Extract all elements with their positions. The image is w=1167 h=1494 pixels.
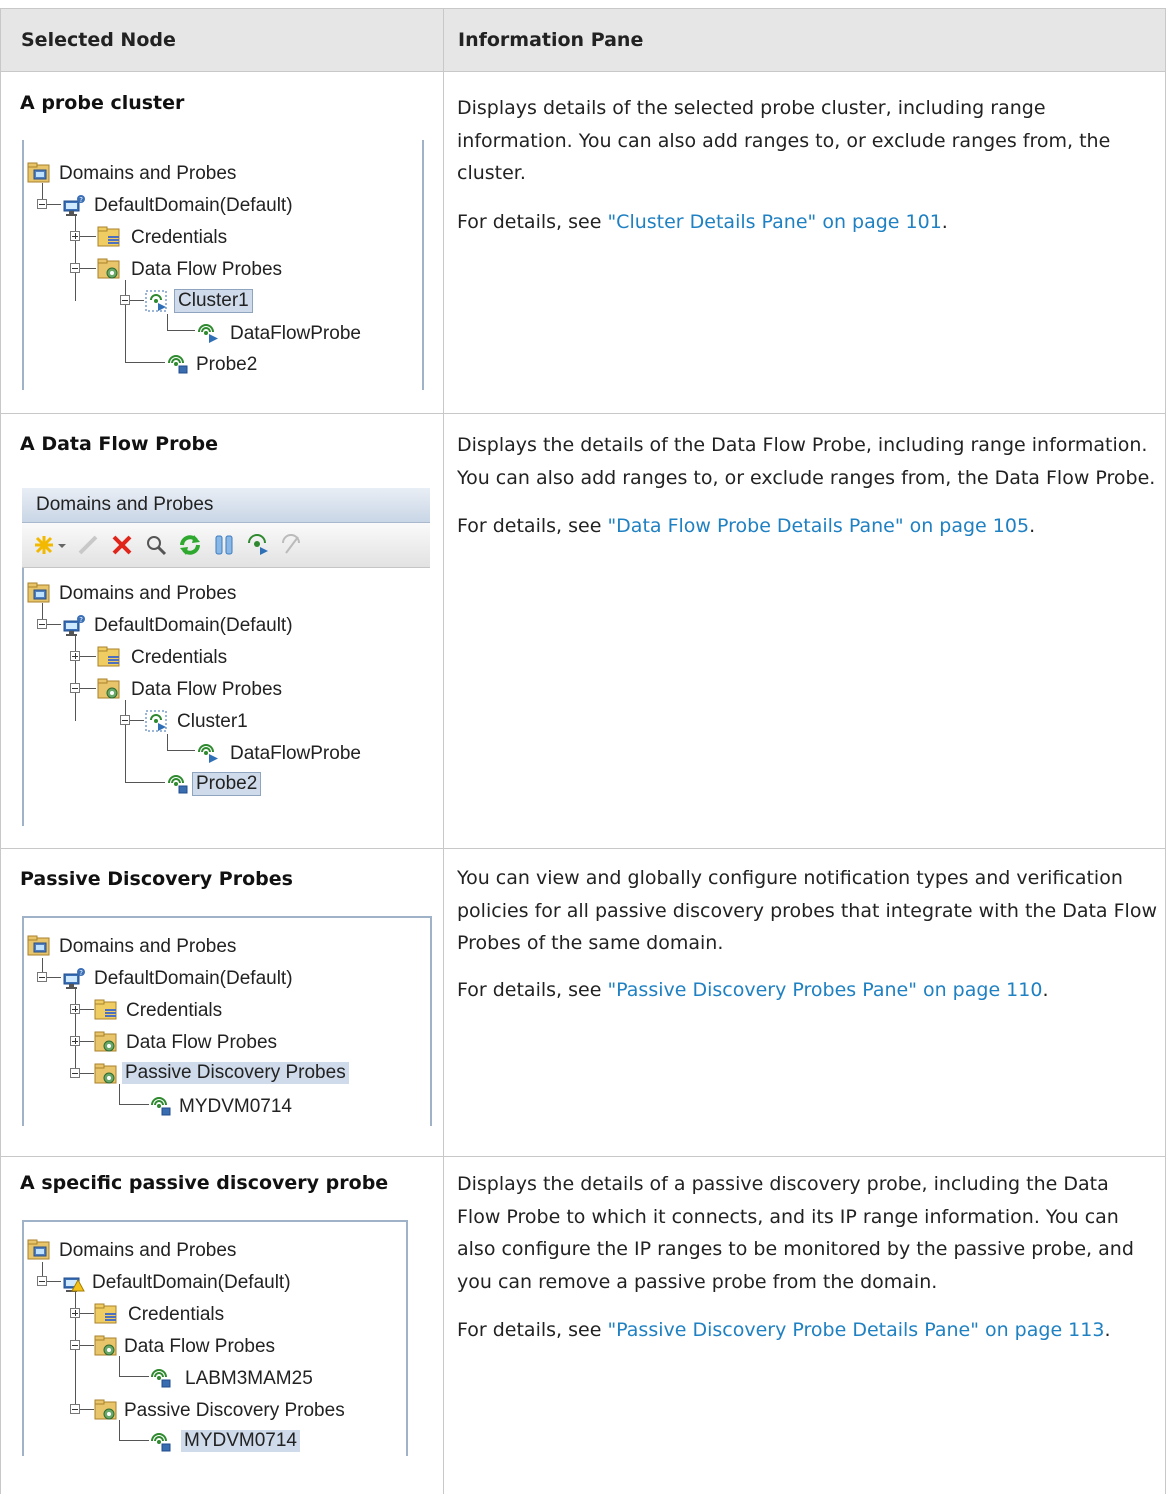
- tree-node-label[interactable]: Domains and Probes: [59, 163, 236, 185]
- tree-node-label[interactable]: Data Flow Probes: [131, 259, 282, 281]
- tree-node-label[interactable]: DataFlowProbe: [230, 323, 361, 345]
- details-link[interactable]: "Passive Discovery Probes Pane" on page …: [607, 979, 1042, 1001]
- edit-icon[interactable]: [76, 533, 100, 557]
- credentials-folder-icon: [97, 226, 121, 248]
- probes-folder-icon: [94, 1063, 118, 1085]
- probes-folder-icon: [94, 1031, 118, 1053]
- tree-node-label-selected[interactable]: Passive Discovery Probes: [122, 1062, 349, 1084]
- domains-folder-icon: [27, 162, 51, 184]
- domains-folder-icon: [27, 582, 51, 604]
- tree-node-label-selected[interactable]: Cluster1: [174, 289, 253, 313]
- toolbar: [22, 523, 430, 568]
- tree-node-label[interactable]: Probe2: [196, 354, 257, 376]
- tree-node-label[interactable]: DefaultDomain(Default): [92, 1272, 291, 1294]
- tree-screenshot: Domains and Probes DefaultDomain(Default…: [22, 140, 424, 390]
- tree-node-label[interactable]: Data Flow Probes: [131, 679, 282, 701]
- probe-icon: [149, 1431, 173, 1453]
- row-title: Passive Discovery Probes: [20, 868, 293, 890]
- credentials-folder-icon: [94, 1303, 118, 1325]
- header-selected-node: Selected Node: [21, 29, 176, 51]
- table-header: Selected Node Information Pane: [0, 8, 1166, 72]
- new-icon[interactable]: [32, 533, 56, 557]
- header-information-pane: Information Pane: [458, 29, 644, 51]
- tree-node-label[interactable]: Cluster1: [177, 711, 248, 733]
- tree-node-label[interactable]: Passive Discovery Probes: [124, 1400, 345, 1422]
- refresh-icon[interactable]: [178, 533, 202, 557]
- tree-node-label[interactable]: Credentials: [128, 1304, 224, 1326]
- details-link[interactable]: "Cluster Details Pane" on page 101: [607, 211, 941, 233]
- probe-icon: [166, 773, 190, 795]
- pause-icon[interactable]: [212, 533, 236, 557]
- tree-node-label[interactable]: Domains and Probes: [59, 936, 236, 958]
- delete-icon[interactable]: [110, 533, 134, 557]
- domain-computer-icon: [62, 967, 86, 989]
- credentials-folder-icon: [97, 646, 121, 668]
- domain-warning-icon: [62, 1271, 86, 1293]
- cluster-icon: [145, 710, 169, 732]
- probes-folder-icon: [94, 1399, 118, 1421]
- tree-node-label[interactable]: Data Flow Probes: [124, 1336, 275, 1358]
- probes-folder-icon: [94, 1335, 118, 1357]
- tree-node-label[interactable]: Domains and Probes: [59, 1240, 236, 1262]
- probe-icon: [166, 353, 190, 375]
- tree-screenshot: Domains and Probes DefaultDomain(Default…: [22, 916, 432, 1126]
- row-description: Displays the details of the Data Flow Pr…: [457, 434, 1156, 537]
- tree-node-label[interactable]: Data Flow Probes: [126, 1032, 277, 1054]
- tree-node-label[interactable]: DefaultDomain(Default): [94, 195, 293, 217]
- tree-node-label[interactable]: DefaultDomain(Default): [94, 968, 293, 990]
- tree-node-label[interactable]: DataFlowProbe: [230, 743, 361, 765]
- tree-node-label-selected[interactable]: Probe2: [192, 772, 262, 796]
- row-title: A Data Flow Probe: [20, 433, 218, 455]
- domains-folder-icon: [27, 935, 51, 957]
- chevron-down-icon[interactable]: [56, 533, 68, 557]
- row-description: Displays the details of a passive discov…: [457, 1173, 1134, 1341]
- tree-node-label[interactable]: DefaultDomain(Default): [94, 615, 293, 637]
- probe-disabled-icon[interactable]: [280, 533, 304, 557]
- tree-node-label[interactable]: Credentials: [131, 227, 227, 249]
- panel-header: Domains and Probes: [22, 488, 430, 523]
- nodes-table: Selected Node Information Pane A probe c…: [0, 0, 1167, 1494]
- probe-icon: [149, 1367, 173, 1389]
- credentials-folder-icon: [94, 999, 118, 1021]
- cluster-icon: [145, 290, 169, 312]
- row-title: A probe cluster: [20, 92, 185, 114]
- probe-icon: [149, 1095, 173, 1117]
- tree-node-label[interactable]: LABM3MAM25: [185, 1368, 313, 1390]
- domain-computer-icon: [62, 194, 86, 216]
- find-icon[interactable]: [144, 533, 168, 557]
- domain-computer-icon: [62, 614, 86, 636]
- probes-folder-icon: [97, 678, 121, 700]
- details-link[interactable]: "Passive Discovery Probe Details Pane" o…: [607, 1319, 1104, 1341]
- row-description: You can view and globally configure noti…: [457, 867, 1157, 1001]
- tree-screenshot: Domains and Probes Domains and Probes De…: [22, 488, 430, 826]
- tree-screenshot: Domains and Probes DefaultDomain(Default…: [22, 1220, 408, 1456]
- domains-folder-icon: [27, 1239, 51, 1261]
- probe-icon: [196, 322, 220, 344]
- tree-node-label[interactable]: Domains and Probes: [59, 583, 236, 605]
- tree-node-label[interactable]: Credentials: [131, 647, 227, 669]
- probe-icon: [196, 742, 220, 764]
- probe-action-icon[interactable]: [246, 533, 270, 557]
- details-link[interactable]: "Data Flow Probe Details Pane" on page 1…: [607, 515, 1029, 537]
- tree-node-label[interactable]: Credentials: [126, 1000, 222, 1022]
- row-title: A specific passive discovery probe: [20, 1172, 389, 1194]
- tree-node-label[interactable]: MYDVM0714: [179, 1096, 292, 1118]
- probes-folder-icon: [97, 258, 121, 280]
- tree-node-label-selected[interactable]: MYDVM0714: [181, 1430, 300, 1452]
- row-description: Displays details of the selected probe c…: [457, 97, 1111, 233]
